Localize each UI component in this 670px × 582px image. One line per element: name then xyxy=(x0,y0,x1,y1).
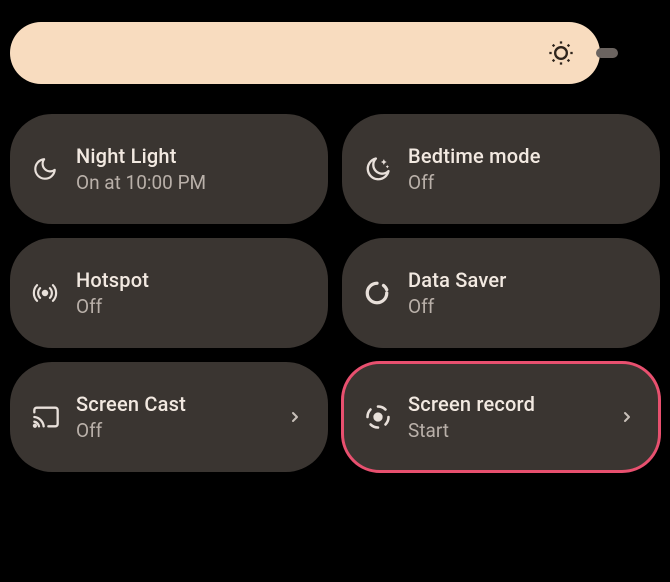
brightness-icon xyxy=(546,38,576,68)
tile-bedtime-mode[interactable]: Bedtime mode Off xyxy=(342,114,660,224)
tile-title: Bedtime mode xyxy=(408,144,638,168)
tile-screen-record[interactable]: Screen record Start xyxy=(342,362,660,472)
chevron-right-icon xyxy=(284,409,306,425)
tile-subtitle: Off xyxy=(76,295,306,318)
tile-subtitle: Off xyxy=(76,419,284,442)
tile-grid: Night Light On at 10:00 PM Bedtime mode … xyxy=(10,114,660,472)
tile-title: Screen Cast xyxy=(76,392,284,416)
tile-night-light[interactable]: Night Light On at 10:00 PM xyxy=(10,114,328,224)
tile-data-saver[interactable]: Data Saver Off xyxy=(342,238,660,348)
chevron-right-icon xyxy=(616,409,638,425)
hotspot-icon xyxy=(32,280,76,306)
cast-icon xyxy=(32,403,76,431)
moon-icon xyxy=(32,156,76,182)
brightness-slider[interactable] xyxy=(10,22,600,84)
tile-title: Data Saver xyxy=(408,268,638,292)
quick-settings-panel: Night Light On at 10:00 PM Bedtime mode … xyxy=(0,0,670,486)
tile-title: Screen record xyxy=(408,392,616,416)
screen-record-icon xyxy=(364,403,408,431)
tile-screen-cast[interactable]: Screen Cast Off xyxy=(10,362,328,472)
tile-hotspot[interactable]: Hotspot Off xyxy=(10,238,328,348)
tile-subtitle: Start xyxy=(408,419,616,442)
bedtime-icon xyxy=(364,155,408,183)
tile-title: Hotspot xyxy=(76,268,306,292)
tile-title: Night Light xyxy=(76,144,306,168)
tile-subtitle: Off xyxy=(408,295,638,318)
data-saver-icon xyxy=(364,280,408,306)
tile-subtitle: Off xyxy=(408,171,638,194)
tile-subtitle: On at 10:00 PM xyxy=(76,171,306,194)
brightness-handle[interactable] xyxy=(596,48,618,58)
